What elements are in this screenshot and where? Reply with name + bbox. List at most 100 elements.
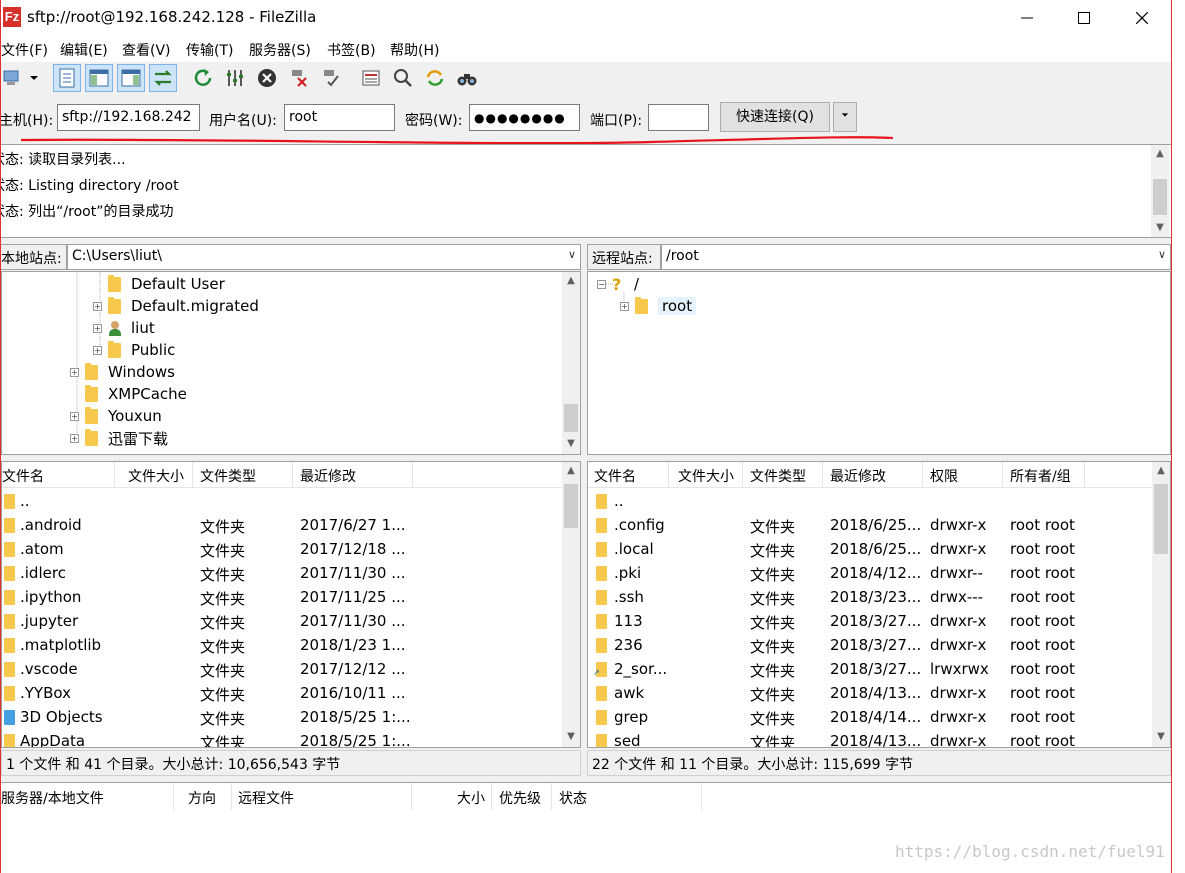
expand-icon[interactable]: +: [620, 301, 629, 311]
collapse-icon[interactable]: −: [597, 279, 606, 289]
file-row[interactable]: .vscode 文件夹 2017/12/12 ...: [2, 658, 562, 682]
column-header-filesize[interactable]: 文件大小: [128, 466, 184, 486]
expand-icon[interactable]: +: [70, 433, 79, 443]
queue-column-local-file[interactable]: 服务器/本地文件: [1, 788, 104, 808]
queue-column-remote-file[interactable]: 远程文件: [238, 788, 294, 808]
local-file-scrollbar[interactable]: ▲ ▼: [562, 462, 580, 747]
username-input[interactable]: root: [284, 104, 395, 131]
menu-transfer[interactable]: 传输(T): [186, 40, 233, 60]
chevron-down-icon[interactable]: ∨: [1158, 248, 1166, 261]
scroll-down-icon[interactable]: ▼: [1151, 219, 1169, 237]
tree-item-public[interactable]: + Public: [93, 339, 175, 361]
queue-column-priority[interactable]: 优先级: [499, 788, 541, 808]
process-queue-button[interactable]: [221, 64, 249, 92]
reconnect-button[interactable]: [317, 64, 345, 92]
directory-compare-button[interactable]: [389, 64, 417, 92]
toggle-queue-button[interactable]: [149, 64, 177, 92]
scrollbar-thumb[interactable]: [564, 484, 578, 528]
tree-item-xmpcache[interactable]: XMPCache: [70, 383, 187, 405]
sync-browsing-button[interactable]: [421, 64, 449, 92]
column-header-filesize[interactable]: 文件大小: [678, 466, 734, 486]
column-header-filename[interactable]: 文件名: [594, 466, 636, 486]
directory-filter-button[interactable]: [357, 64, 385, 92]
file-row[interactable]: .ipython 文件夹 2017/11/25 ...: [2, 586, 562, 610]
file-row[interactable]: .local 文件夹 2018/6/25... drwxr-x root root: [588, 538, 1148, 562]
scrollbar-thumb[interactable]: [1153, 179, 1167, 215]
file-row[interactable]: .idlerc 文件夹 2017/11/30 ...: [2, 562, 562, 586]
tree-item-default-migrated[interactable]: + Default.migrated: [93, 295, 259, 317]
file-row[interactable]: ..: [2, 490, 562, 514]
file-row[interactable]: 236 文件夹 2018/3/27... drwxr-x root root: [588, 634, 1148, 658]
toggle-log-button[interactable]: [53, 64, 81, 92]
password-input[interactable]: ●●●●●●●●: [469, 104, 580, 131]
file-row[interactable]: .atom 文件夹 2017/12/18 ...: [2, 538, 562, 562]
cancel-operation-button[interactable]: [253, 64, 281, 92]
menu-view[interactable]: 查看(V): [122, 40, 171, 60]
tree-item-root[interactable]: + root: [620, 295, 697, 317]
file-row[interactable]: grep 文件夹 2018/4/14... drwxr-x root root: [588, 706, 1148, 730]
toggle-local-tree-button[interactable]: [85, 64, 113, 92]
file-row[interactable]: AppData 文件夹 2018/5/25 1:...: [2, 730, 562, 747]
menu-file[interactable]: 文件(F): [1, 40, 48, 60]
remote-path-input[interactable]: /root ∨: [661, 244, 1171, 270]
maximize-button[interactable]: [1061, 0, 1107, 36]
log-scrollbar[interactable]: ▲ ▼: [1151, 145, 1169, 237]
scroll-up-icon[interactable]: ▲: [562, 462, 580, 480]
minimize-button[interactable]: [1004, 0, 1050, 36]
local-path-input[interactable]: C:\Users\liut\ ∨: [67, 244, 581, 270]
file-row[interactable]: .config 文件夹 2018/6/25... drwxr-x root root: [588, 514, 1148, 538]
column-header-filetype[interactable]: 文件类型: [200, 466, 256, 486]
tree-item-liut[interactable]: + liut: [93, 317, 155, 339]
scroll-down-icon[interactable]: ▼: [562, 435, 580, 453]
scrollbar-thumb[interactable]: [1154, 484, 1168, 554]
queue-column-direction[interactable]: 方向: [188, 788, 216, 808]
tree-item-youxun[interactable]: + Youxun: [70, 405, 162, 427]
file-row[interactable]: ..: [588, 490, 1148, 514]
scroll-up-icon[interactable]: ▲: [1152, 462, 1170, 480]
expand-icon[interactable]: +: [93, 345, 102, 355]
scrollbar-thumb[interactable]: [564, 404, 578, 432]
menu-edit[interactable]: 编辑(E): [60, 40, 108, 60]
local-tree-scrollbar[interactable]: ▲ ▼: [562, 272, 580, 454]
file-row[interactable]: .android 文件夹 2017/6/27 1...: [2, 514, 562, 538]
remote-file-scrollbar[interactable]: ▲ ▼: [1152, 462, 1170, 747]
queue-column-status[interactable]: 状态: [559, 788, 587, 808]
file-row[interactable]: 113 文件夹 2018/3/27... drwxr-x root root: [588, 610, 1148, 634]
close-button[interactable]: [1119, 0, 1165, 36]
expand-icon[interactable]: +: [70, 411, 79, 421]
expand-icon[interactable]: +: [93, 301, 102, 311]
scroll-up-icon[interactable]: ▲: [1151, 145, 1169, 163]
file-row[interactable]: awk 文件夹 2018/4/13... drwxr-x root root: [588, 682, 1148, 706]
scroll-down-icon[interactable]: ▼: [562, 728, 580, 746]
menu-server[interactable]: 服务器(S): [249, 40, 311, 60]
menu-help[interactable]: 帮助(H): [390, 40, 439, 60]
site-manager-dropdown[interactable]: [25, 64, 43, 92]
queue-column-size[interactable]: 大小: [457, 788, 485, 808]
refresh-button[interactable]: [189, 64, 217, 92]
file-row[interactable]: 2_sor... 文件夹 2018/3/27... lrwxrwx root root: [588, 658, 1148, 682]
tree-item-root-slash[interactable]: −? /: [597, 273, 639, 295]
quickconnect-history-dropdown[interactable]: [833, 102, 857, 132]
file-row[interactable]: sed 文件夹 2018/4/13... drwxr-x root root: [588, 730, 1148, 747]
site-manager-button[interactable]: [1, 64, 25, 92]
file-row[interactable]: .matplotlib 文件夹 2018/1/23 1...: [2, 634, 562, 658]
expand-icon[interactable]: +: [93, 323, 102, 333]
expand-icon[interactable]: +: [70, 367, 79, 377]
menu-bookmarks[interactable]: 书签(B): [327, 40, 376, 60]
file-row[interactable]: 3D Objects 文件夹 2018/5/25 1:...: [2, 706, 562, 730]
column-header-modified[interactable]: 最近修改: [300, 466, 356, 486]
file-row[interactable]: .jupyter 文件夹 2017/11/30 ...: [2, 610, 562, 634]
tree-item-default-user[interactable]: Default User: [93, 273, 225, 295]
column-header-permissions[interactable]: 权限: [930, 466, 958, 486]
search-files-button[interactable]: [453, 64, 481, 92]
file-row[interactable]: .pki 文件夹 2018/4/12... drwxr-- root root: [588, 562, 1148, 586]
host-input[interactable]: sftp://192.168.242: [57, 104, 200, 131]
column-header-filename[interactable]: 文件名: [2, 466, 44, 486]
column-header-filetype[interactable]: 文件类型: [750, 466, 806, 486]
scroll-up-icon[interactable]: ▲: [562, 272, 580, 290]
chevron-down-icon[interactable]: ∨: [568, 248, 576, 261]
toggle-remote-tree-button[interactable]: [117, 64, 145, 92]
column-header-modified[interactable]: 最近修改: [830, 466, 886, 486]
column-header-owner[interactable]: 所有者/组: [1010, 466, 1071, 486]
scroll-down-icon[interactable]: ▼: [1152, 728, 1170, 746]
